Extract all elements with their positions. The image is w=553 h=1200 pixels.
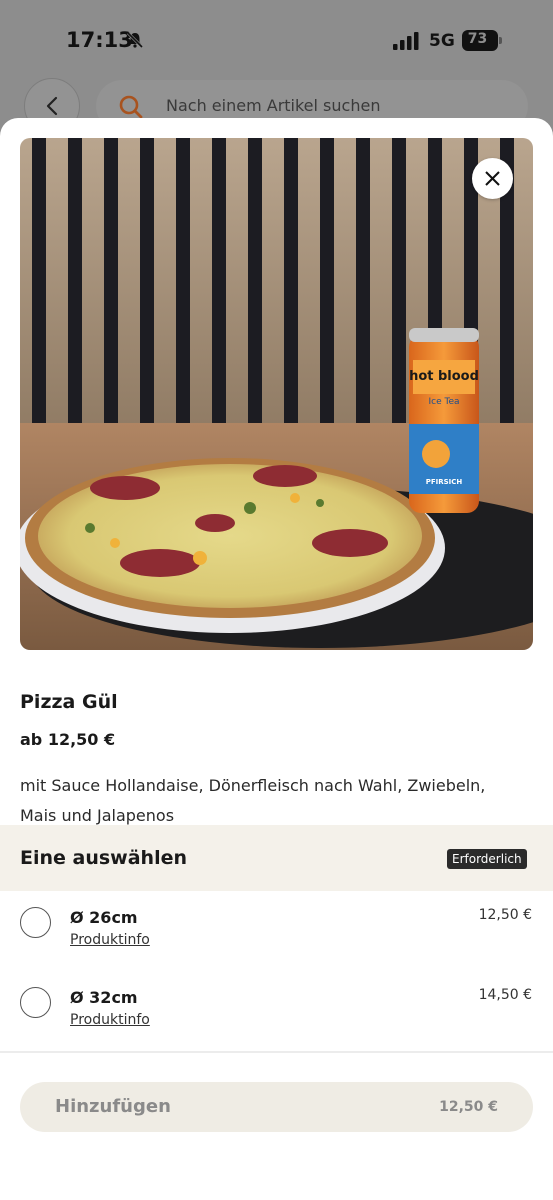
- close-button[interactable]: [472, 158, 513, 199]
- required-badge: Erforderlich: [447, 849, 527, 869]
- product-price: ab 12,50 €: [20, 730, 116, 749]
- add-button-label: Hinzufügen: [55, 1096, 171, 1117]
- option-label: Ø 32cm: [70, 988, 138, 1007]
- battery-level: 73: [467, 31, 488, 47]
- product-info-link[interactable]: Produktinfo: [70, 932, 150, 948]
- add-button-price: 12,50 €: [439, 1099, 498, 1115]
- product-info-link[interactable]: Produktinfo: [70, 1012, 150, 1028]
- can-flavor-text: PFIRSICH: [426, 478, 463, 486]
- network-label: 5G: [429, 31, 455, 51]
- close-icon: [485, 171, 500, 186]
- options-header: Eine auswählen Erforderlich: [0, 825, 553, 891]
- status-bar: 17:13 5G 73: [0, 0, 553, 80]
- radio-button[interactable]: [20, 987, 51, 1018]
- option-item-26cm[interactable]: Ø 26cm Produktinfo 12,50 €: [0, 891, 553, 971]
- add-to-cart-button[interactable]: Hinzufügen 12,50 €: [20, 1082, 533, 1132]
- product-image: hot blood Ice Tea PFIRSICH: [20, 138, 533, 650]
- search-input[interactable]: Nach einem Artikel suchen: [166, 96, 380, 115]
- options-title: Eine auswählen: [20, 847, 188, 869]
- status-time: 17:13: [66, 28, 133, 52]
- option-price: 14,50 €: [478, 987, 532, 1003]
- product-title: Pizza Gül: [20, 691, 118, 713]
- battery-icon: 73: [462, 30, 502, 51]
- option-label: Ø 26cm: [70, 908, 138, 927]
- search-icon: [119, 95, 143, 119]
- radio-button[interactable]: [20, 907, 51, 938]
- divider: [0, 1051, 553, 1053]
- product-sheet: hot blood Ice Tea PFIRSICH Pizza Gül ab …: [0, 118, 553, 1200]
- product-description: mit Sauce Hollandaise, Dönerfleisch nach…: [20, 776, 486, 825]
- can-brand-text: hot blood: [409, 369, 479, 384]
- signal-icon: [393, 32, 419, 50]
- chevron-left-icon: [46, 96, 58, 116]
- can-subtitle-text: Ice Tea: [428, 397, 459, 407]
- option-item-32cm[interactable]: Ø 32cm Produktinfo 14,50 €: [0, 971, 553, 1051]
- option-price: 12,50 €: [478, 907, 532, 923]
- bell-muted-icon: [126, 31, 144, 49]
